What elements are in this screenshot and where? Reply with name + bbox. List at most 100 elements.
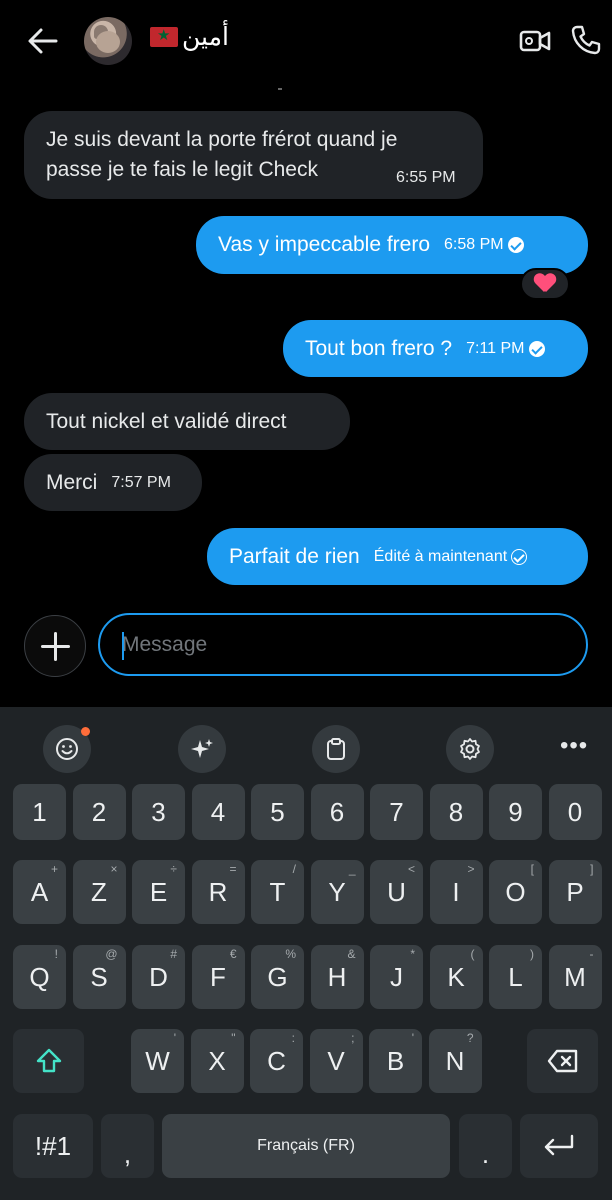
letter-key[interactable]: ÷ E — [132, 860, 185, 924]
letter-key[interactable]: * J — [370, 945, 423, 1009]
letter-key[interactable]: × Z — [72, 860, 126, 924]
symbols-key-label: !#1 — [34, 1130, 72, 1161]
number-key[interactable]: 3 — [132, 784, 185, 840]
letter-key[interactable]: ' W — [131, 1029, 184, 1093]
ai-sparkle-button[interactable] — [178, 725, 226, 773]
number-key[interactable]: 1 — [13, 784, 66, 840]
message-incoming[interactable]: Merci 7:57 PM — [24, 454, 202, 511]
more-options-icon[interactable]: ••• — [560, 732, 588, 760]
key-label: B — [386, 1045, 405, 1076]
letter-key[interactable]: % G — [251, 945, 304, 1009]
period-key-label: . — [481, 1139, 490, 1169]
emoji-button[interactable] — [43, 725, 91, 773]
letter-key[interactable]: / T — [251, 860, 304, 924]
number-key[interactable]: 0 — [548, 784, 602, 840]
key-hint: = — [229, 862, 237, 876]
message-text: Vas y impeccable frero — [218, 233, 431, 256]
message-outgoing[interactable]: Parfait de rien Édité à maintenant — [207, 528, 588, 585]
key-label: F — [210, 961, 226, 992]
key-hint: € — [229, 947, 237, 961]
letter-key[interactable]: = R — [191, 860, 245, 924]
key-label: W — [145, 1045, 170, 1076]
keyboard-toolbar: ••• — [0, 708, 612, 773]
key-label: 7 — [389, 796, 404, 827]
shift-key[interactable] — [13, 1029, 84, 1093]
space-key[interactable]: Français (FR) — [162, 1114, 450, 1178]
key-label: D — [149, 961, 168, 992]
reaction-badge[interactable] — [520, 268, 570, 300]
letter-key[interactable]: ' B — [369, 1029, 422, 1093]
key-label: 3 — [151, 796, 166, 827]
period-key[interactable]: . — [459, 1114, 512, 1178]
message-text: passe je te fais le legit Check — [46, 158, 318, 181]
message-composer[interactable] — [98, 613, 588, 676]
number-key[interactable]: 6 — [310, 784, 364, 840]
letter-key[interactable]: < U — [370, 860, 423, 924]
comma-key[interactable]: , — [101, 1114, 154, 1178]
key-label: C — [267, 1045, 286, 1076]
key-label: 4 — [210, 796, 226, 827]
message-text: Tout nickel et validé direct — [46, 410, 287, 433]
symbols-key[interactable]: !#1 — [13, 1114, 93, 1178]
key-label: M — [564, 961, 586, 992]
number-key[interactable]: 9 — [489, 784, 542, 840]
key-hint: & — [347, 947, 356, 961]
number-key[interactable]: 2 — [72, 784, 126, 840]
key-hint: : — [291, 1031, 295, 1045]
sent-check-icon — [511, 549, 528, 565]
key-hint: ! — [54, 947, 58, 961]
settings-button[interactable] — [446, 725, 494, 773]
key-hint: _ — [348, 862, 356, 876]
letter-key[interactable]: # D — [132, 945, 185, 1009]
letter-key[interactable]: -M — [548, 945, 602, 1009]
letter-key[interactable]: ? N — [428, 1029, 482, 1093]
backspace-key[interactable] — [527, 1029, 598, 1093]
clipboard-icon — [327, 738, 345, 760]
key-hint: ( — [470, 947, 475, 961]
add-attachment-button[interactable] — [24, 615, 86, 677]
key-hint: ? — [466, 1031, 474, 1045]
avatar[interactable] — [84, 17, 132, 65]
letter-key[interactable]: > I — [429, 860, 483, 924]
letter-key[interactable]: [O — [489, 860, 542, 924]
enter-key[interactable] — [520, 1114, 598, 1178]
key-label: Z — [91, 876, 107, 907]
number-key[interactable]: 4 — [191, 784, 245, 840]
message-outgoing[interactable]: Vas y impeccable frero 6:58 PM — [196, 216, 588, 274]
key-hint: - — [589, 947, 594, 961]
number-key[interactable]: 8 — [429, 784, 483, 840]
video-call-icon[interactable] — [518, 26, 552, 56]
letter-key[interactable]: € F — [191, 945, 245, 1009]
number-key[interactable]: 5 — [251, 784, 304, 840]
phone-call-icon[interactable] — [570, 24, 602, 56]
letter-key[interactable]: @ S — [72, 945, 126, 1009]
message-incoming[interactable]: Tout nickel et validé direct — [24, 393, 350, 450]
contact-name[interactable]: أمين — [150, 22, 229, 52]
message-text: Je suis devant la porte frérot quand je — [46, 128, 398, 151]
letter-key[interactable]: (K — [429, 945, 483, 1009]
letter-key[interactable]: _ Y — [310, 860, 364, 924]
key-label: H — [327, 961, 347, 992]
letter-key[interactable]: ! Q — [13, 945, 66, 1009]
key-label: 1 — [32, 796, 47, 827]
number-key[interactable]: 7 — [370, 784, 423, 840]
letter-key[interactable]: " X — [190, 1029, 244, 1093]
letter-key[interactable]: ) L — [489, 945, 542, 1009]
letter-key[interactable]: :C — [250, 1029, 303, 1093]
key-hint: ' — [411, 1031, 414, 1045]
back-arrow-icon[interactable] — [26, 26, 60, 56]
key-hint: ] — [590, 862, 594, 876]
key-label: I — [452, 876, 460, 907]
letter-key[interactable]: ; V — [309, 1029, 363, 1093]
letter-key[interactable]: + A — [13, 860, 66, 924]
shift-icon — [36, 1048, 61, 1073]
edited-status: Édité à maintenant — [373, 548, 508, 565]
message-outgoing[interactable]: Tout bon frero ? 7:11 PM — [283, 320, 588, 377]
text-caret — [122, 632, 124, 660]
key-hint: [ — [530, 862, 534, 876]
letter-key[interactable]: ] P — [548, 860, 602, 924]
message-input[interactable] — [122, 629, 562, 661]
message-incoming[interactable]: Je suis devant la porte frérot quand je … — [24, 111, 483, 199]
clipboard-button[interactable] — [312, 725, 360, 773]
letter-key[interactable]: & H — [310, 945, 364, 1009]
